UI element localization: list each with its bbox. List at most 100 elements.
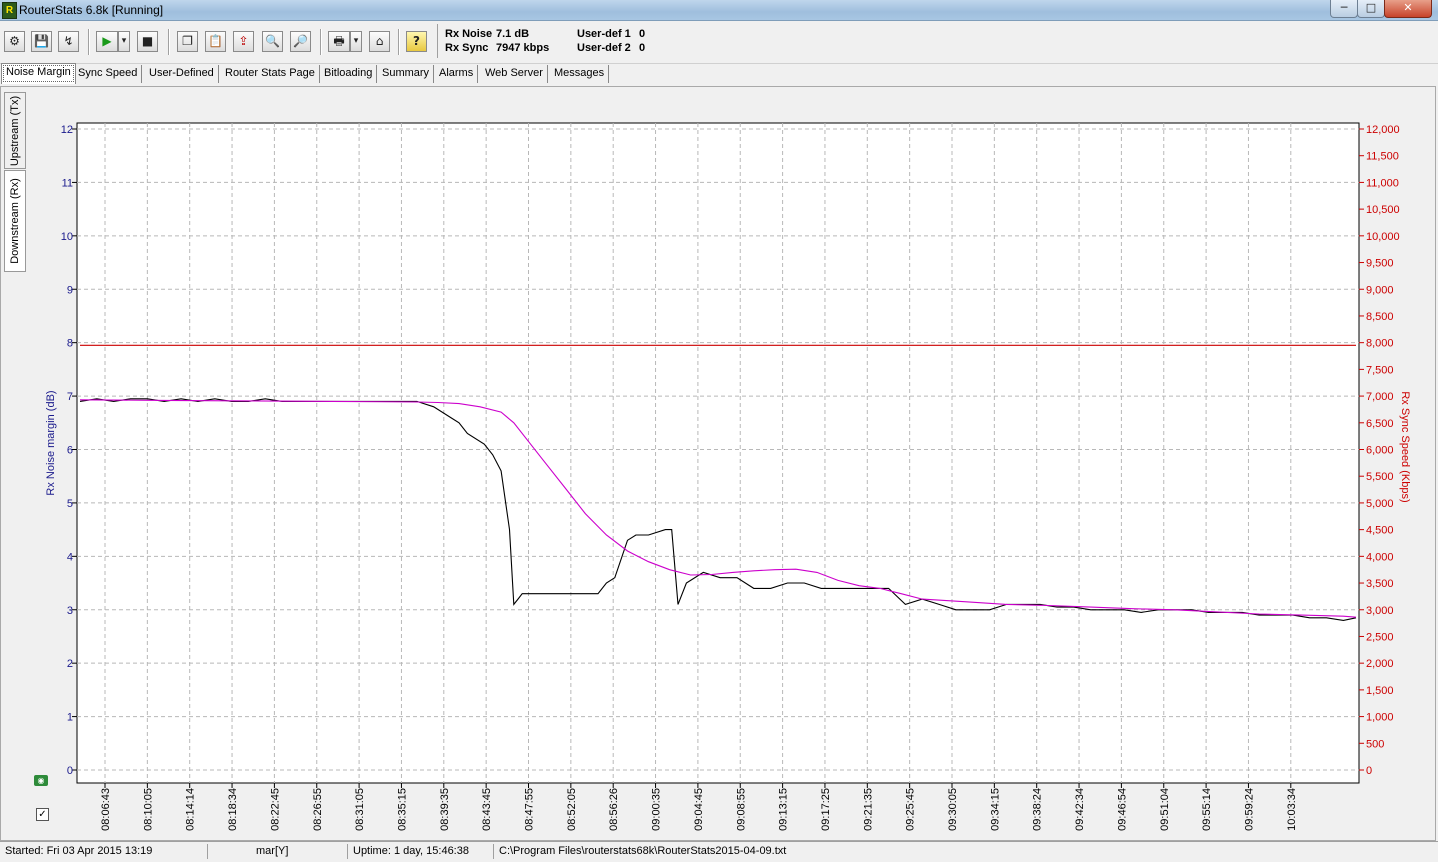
maximize-button[interactable]: □ — [1357, 0, 1385, 18]
y-axis-label: Rx Noise margin (dB) — [45, 390, 57, 495]
x-tick-label: 09:30:05 — [947, 788, 959, 831]
y2-tick-label: 7,500 — [1366, 364, 1394, 376]
print-icon[interactable]: 🖶 — [328, 31, 350, 52]
x-tick-label: 08:14:14 — [185, 788, 197, 831]
print-dropdown-icon[interactable]: ▾ — [350, 31, 362, 52]
x-tick-label: 08:26:55 — [312, 788, 324, 831]
user-def2-label: User-def 2 — [577, 42, 631, 54]
live-status-panel: Rx Noise 7.1 dB Rx Sync 7947 kbps User-d… — [437, 24, 1438, 58]
x-tick-label: 08:22:45 — [269, 788, 281, 831]
y2-tick-label: 500 — [1366, 738, 1384, 750]
log-file-path: C:\Program Files\routerstats68k\RouterSt… — [499, 845, 787, 857]
window-title: RouterStats 6.8k [Running] — [19, 3, 164, 17]
y2-tick-label: 10,500 — [1366, 204, 1400, 216]
x-tick-label: 08:06:43 — [100, 788, 112, 831]
x-tick-label: 09:17:25 — [820, 788, 832, 831]
x-axis: 08:06:43 08:10:05 08:14:14 08:18:34 08:22:45… — [100, 783, 1298, 831]
x-tick-label: 09:04:45 — [693, 788, 705, 831]
rx-noise-label: Rx Noise — [445, 28, 493, 40]
tab-user-defined[interactable]: User-Defined — [145, 65, 219, 83]
minimize-button[interactable]: ─ — [1330, 0, 1358, 18]
play-dropdown-icon[interactable]: ▾ — [118, 31, 130, 52]
tab-messages[interactable]: Messages — [550, 65, 610, 83]
status-bar: Started: Fri 03 Apr 2015 13:19 mar[Y] Up… — [0, 841, 1438, 862]
y2-tick-label: 5,500 — [1366, 471, 1394, 483]
play-icon[interactable]: ▶ — [96, 31, 118, 52]
left-axis: 0123456789101112 — [61, 124, 77, 777]
rx-sync-value: 7947 kbps — [496, 42, 550, 54]
y2-tick-label: 6,000 — [1366, 445, 1394, 457]
user-def1-label: User-def 1 — [577, 28, 631, 40]
mode-indicator: mar[Y] — [208, 844, 348, 859]
y-tick-label: 2 — [67, 658, 73, 670]
export-icon[interactable]: ⇪ — [233, 31, 254, 52]
y2-tick-label: 10,000 — [1366, 231, 1400, 243]
x-tick-label: 09:08:55 — [735, 788, 747, 831]
x-tick-label: 09:59:24 — [1243, 788, 1255, 831]
rx-noise-value: 7.1 dB — [496, 28, 530, 40]
toolbar-separator — [88, 29, 90, 55]
x-tick-label: 09:00:35 — [651, 788, 663, 831]
started-time: Started: Fri 03 Apr 2015 13:19 — [0, 844, 208, 859]
user-def1-value: 0 — [639, 28, 646, 40]
x-tick-label: 10:03:34 — [1286, 788, 1298, 831]
stop-icon[interactable]: ■ — [137, 31, 158, 52]
x-tick-label: 09:46:54 — [1116, 788, 1128, 831]
tab-summary[interactable]: Summary — [378, 65, 435, 83]
y2-tick-label: 9,500 — [1366, 258, 1394, 270]
tab-strip: Noise Margin Sync Speed User-Defined Rou… — [0, 63, 1438, 86]
y-tick-label: 8 — [67, 338, 73, 350]
x-tick-label: 09:38:24 — [1032, 788, 1044, 831]
y-tick-label: 5 — [67, 498, 73, 510]
x-tick-label: 09:25:45 — [905, 788, 917, 831]
x-tick-label: 09:34:15 — [989, 788, 1001, 831]
right-axis: 0 500 1,000 1,500 2,000 2,500 3,000 3,500 4,000 4… — [1359, 124, 1400, 777]
y2-tick-label: 6,500 — [1366, 418, 1394, 430]
y2-tick-label: 1,500 — [1366, 685, 1394, 697]
tab-bitloading[interactable]: Bitloading — [320, 65, 378, 83]
y2-tick-label: 3,000 — [1366, 605, 1394, 617]
x-tick-label: 08:43:45 — [481, 788, 493, 831]
y2-tick-label: 4,000 — [1366, 551, 1394, 563]
y-tick-label: 6 — [67, 445, 73, 457]
x-tick-label: 08:31:05 — [354, 788, 366, 831]
tab-web-server[interactable]: Web Server — [481, 65, 548, 83]
close-button[interactable]: ✕ — [1384, 0, 1432, 18]
x-tick-label: 08:56:26 — [608, 788, 620, 831]
y2-tick-label: 4,500 — [1366, 525, 1394, 537]
rx-sync-label: Rx Sync — [445, 42, 489, 54]
y2-tick-label: 12,000 — [1366, 124, 1400, 136]
zoom-icon[interactable]: 🔍 — [262, 31, 283, 52]
paste-icon[interactable]: 📋 — [205, 31, 226, 52]
y2-axis-label: Rx Sync Speed (Kbps) — [1399, 391, 1411, 502]
home-icon[interactable]: ⌂ — [369, 31, 390, 52]
y-tick-label: 4 — [67, 551, 73, 563]
y2-tick-label: 11,000 — [1366, 177, 1399, 189]
toolbar: ⚙ 💾 ↯ ▶ ▾ ■ ❐ 📋 ⇪ 🔍 🔎 🖶 ▾ ⌂ ? Rx Noise 7… — [0, 21, 1438, 64]
y-tick-label: 10 — [61, 231, 73, 243]
tab-noise-margin[interactable]: Noise Margin — [1, 63, 76, 84]
settings-icon[interactable]: ⚙ — [4, 31, 25, 52]
zoom-page-icon[interactable]: 🔎 — [290, 31, 311, 52]
y-tick-label: 0 — [67, 765, 73, 777]
x-tick-label: 09:13:15 — [778, 788, 790, 831]
y2-tick-label: 2,500 — [1366, 631, 1394, 643]
y2-tick-label: 8,500 — [1366, 311, 1394, 323]
uptime: Uptime: 1 day, 15:46:38 — [348, 844, 494, 859]
x-tick-label: 08:10:05 — [142, 788, 154, 831]
tab-alarms[interactable]: Alarms — [435, 65, 479, 83]
help-icon[interactable]: ? — [406, 31, 427, 52]
user-def2-value: 0 — [639, 42, 646, 54]
toolbar-separator — [398, 29, 400, 55]
y2-tick-label: 0 — [1366, 765, 1372, 777]
copy-icon[interactable]: ❐ — [177, 31, 198, 52]
y-tick-label: 12 — [61, 124, 73, 136]
tab-router-stats-page[interactable]: Router Stats Page — [221, 65, 320, 83]
y2-tick-label: 11,500 — [1366, 151, 1399, 163]
x-tick-label: 08:47:55 — [524, 788, 536, 831]
connect-icon[interactable]: ↯ — [58, 31, 79, 52]
save-icon[interactable]: 💾 — [31, 31, 52, 52]
x-tick-label: 08:52:05 — [566, 788, 578, 831]
tab-sync-speed[interactable]: Sync Speed — [74, 65, 143, 83]
router-stats-app-icon[interactable]: R — [2, 2, 17, 19]
